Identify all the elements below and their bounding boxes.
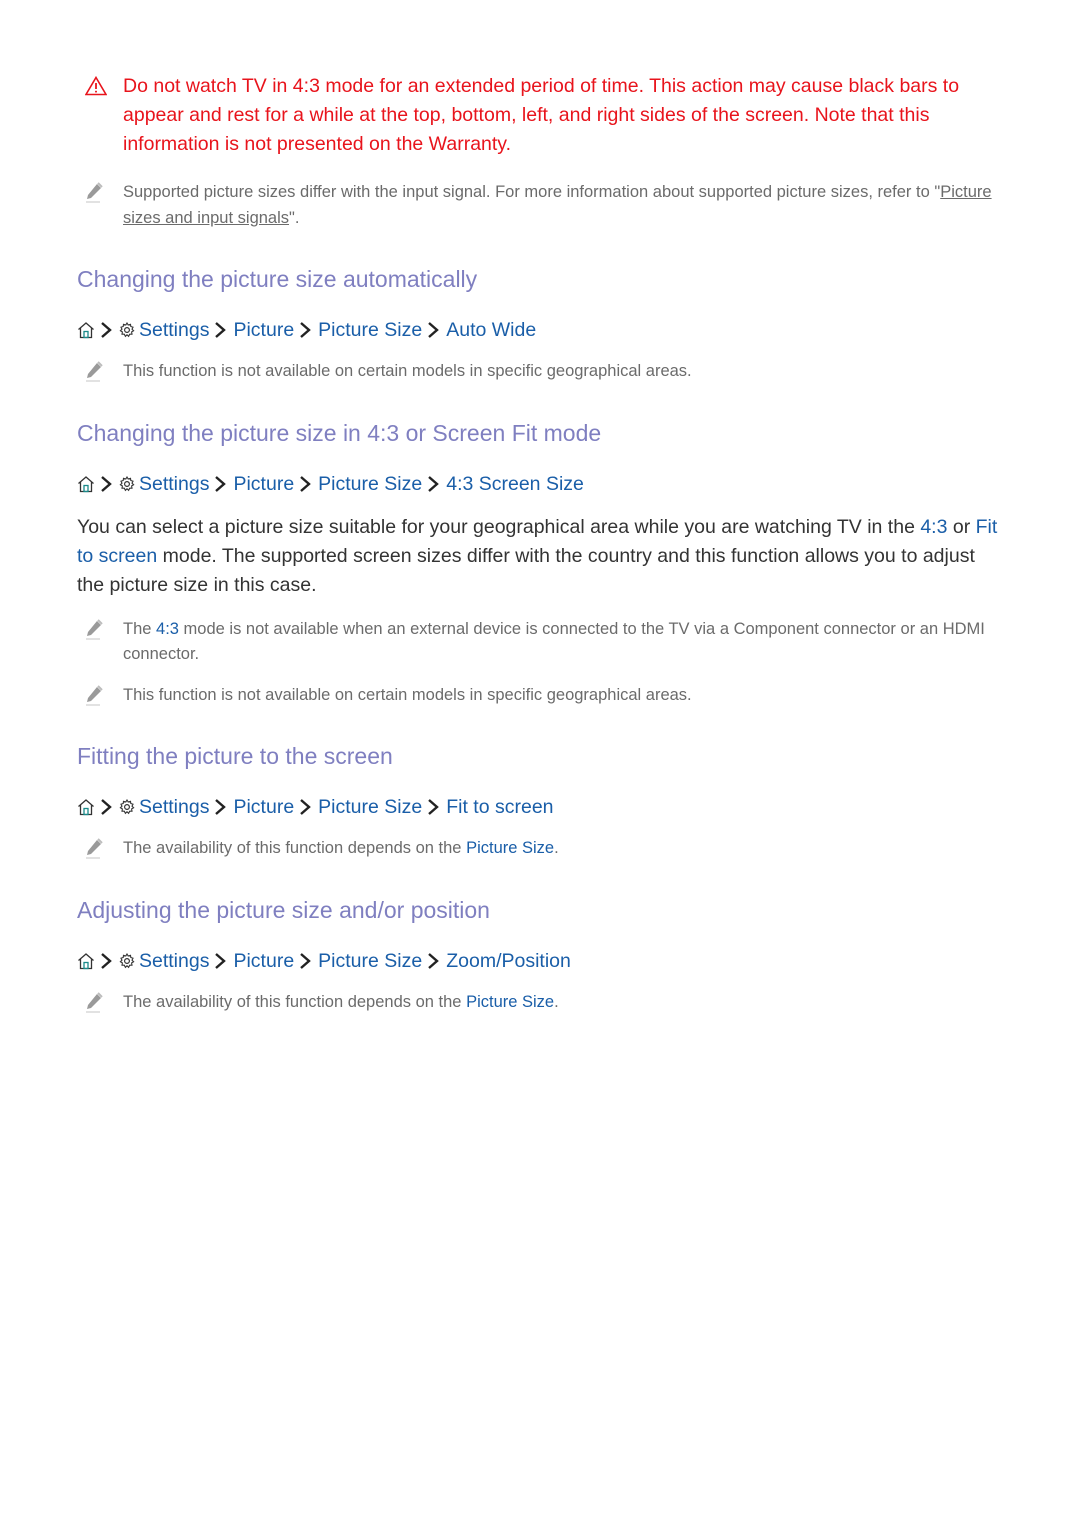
- note-depends-picture-size: The availability of this function depend…: [77, 836, 1002, 862]
- note-depends-picture-size: The availability of this function depend…: [77, 990, 1002, 1016]
- note-text: .: [554, 992, 559, 1011]
- breadcrumb-zoom-position: Settings Picture Picture Size Zoom/Posit…: [77, 948, 1002, 974]
- picture-size-link[interactable]: Picture Size: [466, 839, 554, 857]
- note-text-end: ".: [289, 208, 300, 227]
- breadcrumb-settings[interactable]: Settings: [139, 794, 209, 820]
- chevron-right-icon: [214, 953, 226, 969]
- pencil-note-icon: [84, 992, 104, 1014]
- gear-icon: [119, 953, 135, 969]
- breadcrumb-settings[interactable]: Settings: [139, 948, 209, 974]
- picture-size-link[interactable]: Picture Size: [466, 993, 554, 1011]
- breadcrumb-settings[interactable]: Settings: [139, 471, 209, 497]
- breadcrumb-43-screen-size: Settings Picture Picture Size 4:3 Screen…: [77, 471, 1002, 497]
- gear-icon: [119, 322, 135, 338]
- mode-43-link[interactable]: 4:3: [156, 620, 179, 638]
- warning-text: Do not watch TV in 4:3 mode for an exten…: [123, 75, 960, 155]
- note-text: .: [554, 839, 559, 857]
- home-icon[interactable]: [77, 475, 95, 493]
- breadcrumb-fit-to-screen-item[interactable]: Fit to screen: [446, 794, 553, 820]
- pencil-note-icon: [84, 182, 104, 204]
- chevron-right-icon: [299, 953, 311, 969]
- section-heading-fit-screen: Fitting the picture to the screen: [77, 743, 393, 769]
- pencil-note-icon: [84, 838, 104, 860]
- breadcrumb-picture[interactable]: Picture: [233, 794, 294, 820]
- pencil-note-icon: [84, 685, 104, 707]
- note-43-connector: The 4:3 mode is not available when an ex…: [77, 617, 1002, 668]
- breadcrumb-picture-size[interactable]: Picture Size: [318, 948, 422, 974]
- body-text: mode. The supported screen sizes differ …: [77, 544, 975, 596]
- breadcrumb-picture-size[interactable]: Picture Size: [318, 471, 422, 497]
- gear-icon: [119, 476, 135, 492]
- body-text: You can select a picture size suitable f…: [77, 515, 921, 538]
- note-text: The availability of this function depend…: [123, 992, 467, 1011]
- chevron-right-icon: [100, 476, 112, 492]
- intro-note: Supported picture sizes differ with the …: [77, 180, 1002, 231]
- section-heading-43-screen-fit: Changing the picture size in 4:3 or Scre…: [77, 419, 602, 446]
- note-text: This function is not available on certai…: [123, 685, 692, 704]
- chevron-right-icon: [214, 322, 226, 338]
- breadcrumb-picture[interactable]: Picture: [233, 948, 294, 974]
- page-content: Do not watch TV in 4:3 mode for an exten…: [77, 70, 1002, 1015]
- chevron-right-icon: [299, 799, 311, 815]
- chevron-right-icon: [214, 799, 226, 815]
- chevron-right-icon: [299, 322, 311, 338]
- breadcrumb-auto-wide-item[interactable]: Auto Wide: [446, 317, 536, 343]
- chevron-right-icon: [100, 322, 112, 338]
- note-text: Supported picture sizes differ with the …: [123, 183, 941, 201]
- breadcrumb-43-screen-size-item[interactable]: 4:3 Screen Size: [446, 471, 584, 497]
- note-availability: This function is not available on certai…: [77, 359, 1002, 385]
- breadcrumb-zoom-position-item[interactable]: Zoom/Position: [446, 948, 571, 974]
- section-heading-auto: Changing the picture size automatically: [77, 266, 478, 292]
- section-body-text: You can select a picture size suitable f…: [77, 513, 1002, 600]
- pencil-note-icon: [84, 619, 104, 641]
- breadcrumb-picture[interactable]: Picture: [233, 471, 294, 497]
- chevron-right-icon: [427, 953, 439, 969]
- pencil-note-icon: [84, 361, 104, 383]
- gear-icon: [119, 799, 135, 815]
- breadcrumb-picture[interactable]: Picture: [233, 317, 294, 343]
- chevron-right-icon: [214, 476, 226, 492]
- breadcrumb-picture-size[interactable]: Picture Size: [318, 794, 422, 820]
- note-text: The: [123, 619, 157, 638]
- warning-triangle-icon: [85, 76, 107, 96]
- breadcrumb-auto-wide: Settings Picture Picture Size Auto Wide: [77, 317, 1002, 343]
- chevron-right-icon: [427, 476, 439, 492]
- chevron-right-icon: [100, 953, 112, 969]
- warning-block: Do not watch TV in 4:3 mode for an exten…: [77, 72, 1002, 159]
- chevron-right-icon: [427, 322, 439, 338]
- home-icon[interactable]: [77, 321, 95, 339]
- breadcrumb-picture-size[interactable]: Picture Size: [318, 317, 422, 343]
- mode-43-link[interactable]: 4:3: [920, 516, 947, 538]
- chevron-right-icon: [427, 799, 439, 815]
- home-icon[interactable]: [77, 798, 95, 816]
- chevron-right-icon: [100, 799, 112, 815]
- home-icon[interactable]: [77, 952, 95, 970]
- body-text: or: [947, 515, 976, 538]
- note-text: The availability of this function depend…: [123, 839, 467, 857]
- breadcrumb-settings[interactable]: Settings: [139, 317, 209, 343]
- section-heading-zoom-position: Adjusting the picture size and/or positi…: [77, 896, 490, 923]
- note-text: mode is not available when an external d…: [123, 619, 985, 664]
- note-text: This function is not available on certai…: [123, 362, 692, 380]
- chevron-right-icon: [299, 476, 311, 492]
- breadcrumb-fit-to-screen: Settings Picture Picture Size Fit to scr…: [77, 794, 1002, 820]
- note-availability: This function is not available on certai…: [77, 683, 1002, 709]
